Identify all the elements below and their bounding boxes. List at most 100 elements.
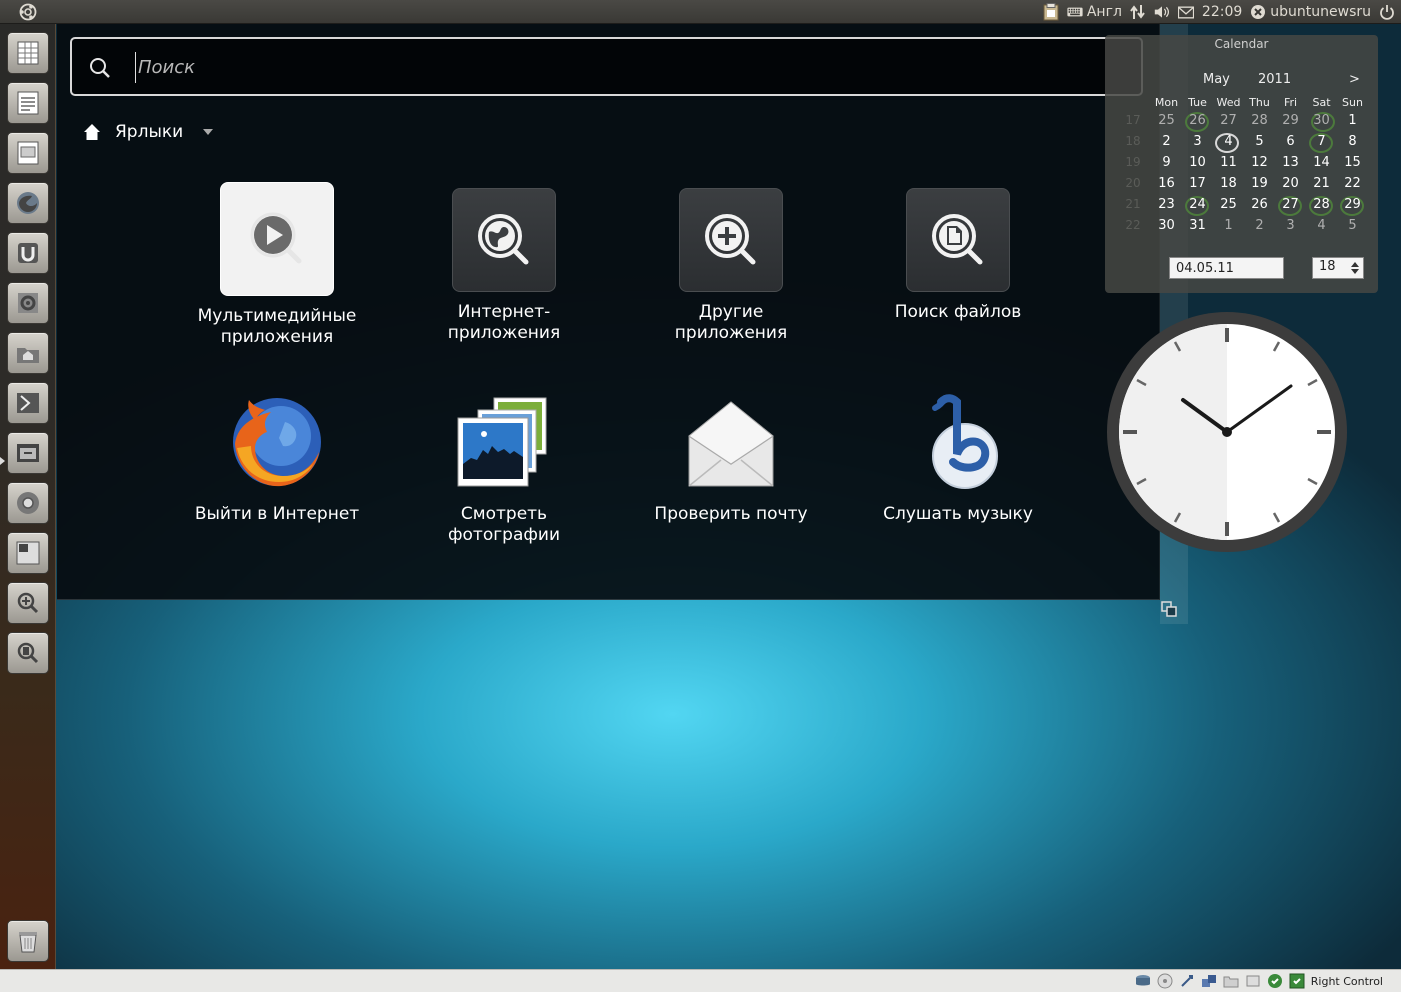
clipboard-icon[interactable] xyxy=(1043,3,1059,21)
calendar-day[interactable]: 30 xyxy=(1151,218,1182,233)
calendar-month[interactable]: May xyxy=(1203,72,1230,87)
network-adapter-icon[interactable] xyxy=(1201,973,1217,989)
video-capture-icon[interactable] xyxy=(1245,973,1261,989)
calendar-day[interactable]: 1 xyxy=(1337,113,1368,128)
search-box[interactable] xyxy=(70,37,1143,96)
calendar-day[interactable]: 10 xyxy=(1182,155,1213,170)
launcher xyxy=(0,24,56,969)
calendar-day[interactable]: 5 xyxy=(1337,218,1368,233)
launcher-presentation-button[interactable] xyxy=(7,132,49,174)
calendar-day[interactable]: 28 xyxy=(1306,197,1337,212)
calendar-day[interactable]: 14 xyxy=(1306,155,1337,170)
calendar-day[interactable]: 29 xyxy=(1337,197,1368,212)
launcher-trash-button[interactable] xyxy=(7,920,49,962)
launcher-document-button[interactable] xyxy=(7,82,49,124)
calendar-day[interactable]: 4 xyxy=(1306,218,1337,233)
keyboard-layout-indicator[interactable]: Англ xyxy=(1067,0,1122,24)
calendar-date-field[interactable] xyxy=(1169,257,1284,279)
calendar-day[interactable]: 29 xyxy=(1275,113,1306,128)
calendar-day[interactable]: 9 xyxy=(1151,155,1182,170)
calendar-day[interactable]: 16 xyxy=(1151,176,1182,191)
calendar-day[interactable]: 6 xyxy=(1275,134,1306,149)
shortcut-check-mail[interactable]: Проверить почту xyxy=(631,394,831,525)
calendar-day[interactable]: 17 xyxy=(1182,176,1213,191)
shortcut-view-photos[interactable]: Смотреть фотографии xyxy=(404,394,604,546)
calendar-day[interactable]: 2 xyxy=(1151,134,1182,149)
mail-indicator-icon[interactable] xyxy=(1177,4,1194,20)
user-menu[interactable]: ubuntunewsru xyxy=(1250,0,1371,24)
calendar-day[interactable]: 3 xyxy=(1275,218,1306,233)
search-input[interactable] xyxy=(138,49,1118,85)
launcher-firefox-button[interactable] xyxy=(7,182,49,224)
launcher-ubuntu-one-button[interactable] xyxy=(7,232,49,274)
lens-filter-bar[interactable]: Ярлыки xyxy=(83,120,214,144)
calendar-spin-field[interactable]: 18 xyxy=(1312,257,1364,279)
calendar-dow: Wed xyxy=(1216,96,1241,109)
calendar-day[interactable]: 18 xyxy=(1213,176,1244,191)
calendar-day[interactable]: 28 xyxy=(1244,113,1275,128)
app-lens-icon xyxy=(17,592,39,614)
clock-label[interactable]: 22:09 xyxy=(1202,4,1242,20)
calendar-day[interactable]: 21 xyxy=(1306,176,1337,191)
calendar-next-button[interactable]: > xyxy=(1349,72,1360,87)
firefox-icon xyxy=(233,398,321,487)
calendar-day[interactable]: 24 xyxy=(1182,197,1213,212)
calendar-day[interactable]: 1 xyxy=(1213,218,1244,233)
hard-disk-icon[interactable] xyxy=(1135,973,1151,989)
launcher-spreadsheet-button[interactable] xyxy=(7,32,49,74)
calendar-day[interactable]: 27 xyxy=(1275,197,1306,212)
guest-additions-icon[interactable] xyxy=(1267,973,1283,989)
launcher-window-switcher-button[interactable] xyxy=(7,432,49,474)
calendar-day[interactable]: 7 xyxy=(1306,134,1337,149)
calendar-day[interactable]: 15 xyxy=(1337,155,1368,170)
keyboard-layout-label: Англ xyxy=(1086,4,1122,20)
launcher-home-folder-button[interactable] xyxy=(7,332,49,374)
power-icon[interactable] xyxy=(1379,4,1395,20)
calendar-day[interactable]: 3 xyxy=(1182,134,1213,149)
calendar-day[interactable]: 27 xyxy=(1213,113,1244,128)
calendar-day[interactable]: 30 xyxy=(1306,113,1337,128)
network-icon[interactable] xyxy=(1130,4,1146,20)
calendar-day[interactable]: 19 xyxy=(1244,176,1275,191)
photos-tile xyxy=(452,394,556,494)
user-status-icon xyxy=(1250,4,1266,20)
launcher-show-desktop-button[interactable] xyxy=(7,532,49,574)
calendar-day[interactable]: 2 xyxy=(1244,218,1275,233)
usb-icon[interactable] xyxy=(1179,973,1195,989)
shortcut-internet-apps[interactable]: Интернет- приложения xyxy=(404,188,604,344)
launcher-chromium-button[interactable] xyxy=(7,482,49,524)
calendar-day[interactable]: 13 xyxy=(1275,155,1306,170)
calendar-day[interactable]: 12 xyxy=(1244,155,1275,170)
launcher-workspaces-button[interactable] xyxy=(7,382,49,424)
system-tray: Англ 22:09 ubuntunewsru xyxy=(1043,0,1401,24)
calendar-day[interactable]: 22 xyxy=(1337,176,1368,191)
calendar-day[interactable]: 5 xyxy=(1244,134,1275,149)
shortcut-media-apps[interactable]: Мультимедийные приложения xyxy=(177,182,377,348)
calendar-day[interactable]: 25 xyxy=(1151,113,1182,128)
calendar-day[interactable]: 4 xyxy=(1213,134,1244,149)
calendar-day[interactable]: 20 xyxy=(1275,176,1306,191)
shortcut-other-apps[interactable]: Другие приложения xyxy=(631,188,831,344)
volume-icon[interactable] xyxy=(1154,4,1170,20)
calendar-day[interactable]: 8 xyxy=(1337,134,1368,149)
shared-folder-icon[interactable] xyxy=(1223,973,1239,989)
calendar-day[interactable]: 31 xyxy=(1182,218,1213,233)
calendar-day[interactable]: 26 xyxy=(1244,197,1275,212)
host-key-icon[interactable] xyxy=(1289,973,1305,989)
shortcut-file-search[interactable]: Поиск файлов xyxy=(858,188,1058,323)
spin-arrows-icon[interactable] xyxy=(1350,260,1360,276)
calendar-day[interactable]: 25 xyxy=(1213,197,1244,212)
launcher-settings-button[interactable] xyxy=(7,282,49,324)
calendar-day[interactable]: 26 xyxy=(1182,113,1213,128)
calendar-day[interactable]: 23 xyxy=(1151,197,1182,212)
calendar-day[interactable]: 11 xyxy=(1213,155,1244,170)
shortcut-listen-music[interactable]: Слушать музыку xyxy=(858,390,1058,525)
ubuntu-logo-icon[interactable] xyxy=(0,0,55,24)
launcher-file-lens-button[interactable] xyxy=(7,632,49,674)
chevron-down-icon[interactable] xyxy=(203,129,214,135)
launcher-app-lens-button[interactable] xyxy=(7,582,49,624)
shortcut-browse-web[interactable]: Выйти в Интернет xyxy=(177,390,377,525)
optical-drive-icon[interactable] xyxy=(1157,973,1173,989)
dash-resize-handle[interactable] xyxy=(1160,600,1178,618)
calendar-year[interactable]: 2011 xyxy=(1258,72,1291,87)
